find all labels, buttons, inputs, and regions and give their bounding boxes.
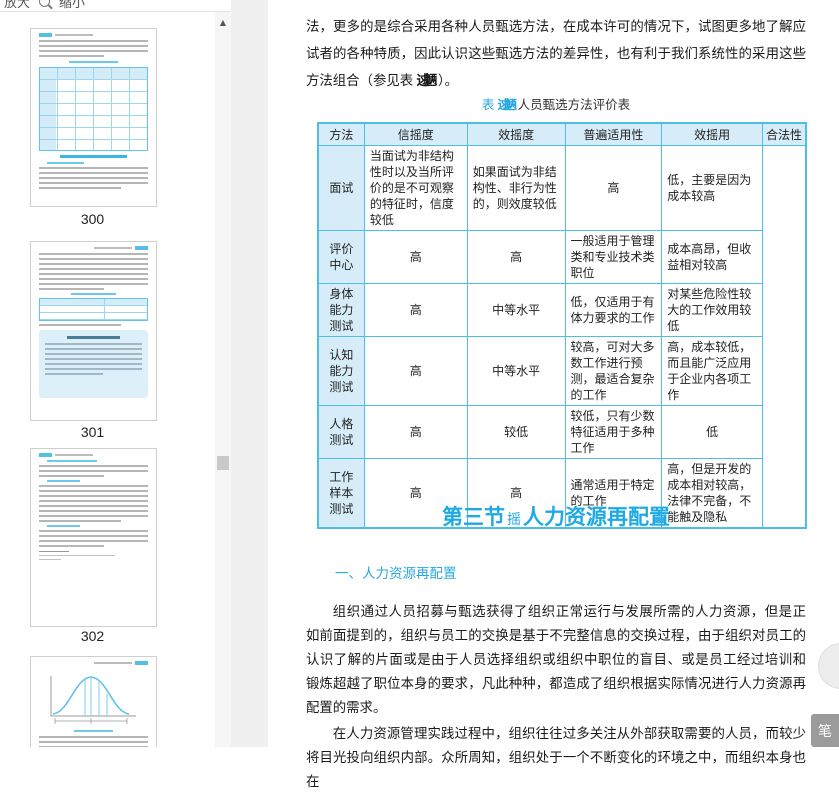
mini-page-header xyxy=(39,453,148,457)
table-header-cell: 信摇度 xyxy=(363,122,468,146)
selection-methods-table: 方法 信摇度 效摇度 普遍适用性 效摇用 合法性 面试 当面试为非结构性时以及当所评价的是不… xyxy=(317,122,807,529)
table-header-cell: 效摇用 xyxy=(661,122,764,146)
legality-merged-cell xyxy=(762,145,807,529)
document-page: 法，更多的是综合采用各种人员甄选方法，在成本许可的情况下，试图更多地了解应 试者… xyxy=(268,0,839,789)
text-line: 试者的各种特质，因此认识这些甄选方法的差异性，也有利于我们系统性的采用这些 xyxy=(306,46,806,61)
thumbnail-scrollbar[interactable]: ▲ xyxy=(215,11,231,747)
thumbnail-page-303[interactable] xyxy=(30,656,157,747)
mini-page-header xyxy=(39,661,148,665)
zoom-out-button[interactable]: 缩小 xyxy=(59,0,85,11)
table-header-cell: 效摇度 xyxy=(466,122,566,146)
table-row: 人格 测试高较低 较低，只有少数特征适用于多种工作低 xyxy=(317,405,806,459)
thumbnail-page-number: 300 xyxy=(80,211,105,227)
paragraph-1: 法，更多的是综合采用各种人员甄选方法，在成本许可的情况下，试图更多地了解应 试者… xyxy=(306,13,806,94)
mini-page-header xyxy=(39,33,148,37)
thumbnail-page-301[interactable] xyxy=(30,241,157,421)
top-toolbar: 放大 缩小 xyxy=(0,0,231,12)
thumbnail-panel: 300 301 302 xyxy=(0,11,215,747)
text-line: 配置的需求。 xyxy=(306,700,387,715)
zoom-in-button[interactable]: 放大 xyxy=(4,0,30,11)
glitch-character: 摇 xyxy=(507,513,521,528)
thumbnail-page-302[interactable] xyxy=(30,448,157,627)
table-row: 面试 当面试为非结构性时以及当所评价的是不可观察的特征时，信度较低 如果面试为非结构… xyxy=(317,145,807,529)
text-line: 组织通过人员招募与甄选获得了组织正常运行与发展所需的人力资源，但是正 xyxy=(332,604,806,619)
scroll-up-arrow-icon[interactable]: ▲ xyxy=(215,15,231,31)
thumbnail-page-number: 301 xyxy=(80,424,105,440)
garbled-table-number: 逑魉 xyxy=(497,98,517,112)
text-line: 如前面提到的，组织与员工的交换是基于不完整信息的交换过程，由于组织对员工的 xyxy=(306,628,806,643)
mini-page-header xyxy=(39,246,148,250)
table-row: 认知 能力 测试高中等水平 较高，可对大多数工作进行预测，最适合复杂的工作 高，成本… xyxy=(317,336,806,406)
table-header-row: 方法 信摇度 效摇度 普遍适用性 效摇用 合法性 xyxy=(317,122,807,146)
table-header-cell: 方法 xyxy=(317,122,365,146)
text-line: 方法组合（参见表 逑魉）。 xyxy=(306,73,458,88)
text-line: 在人力资源管理实践过程中，组织往往过多关注从外部获取需要的人员，而较少 xyxy=(332,726,806,741)
mini-callout-box xyxy=(39,330,148,398)
mini-section-heading xyxy=(59,155,128,158)
thumbnail-page-number: 302 xyxy=(80,628,105,644)
mini-table xyxy=(39,67,148,151)
magnifier-icon[interactable] xyxy=(39,0,51,7)
mini-bell-curve-figure xyxy=(50,676,136,724)
table-header-cell: 普遍适用性 xyxy=(564,122,663,146)
text-line: 法，更多的是综合采用各种人员甄选方法，在成本许可的情况下，试图更多地了解应 xyxy=(306,19,806,34)
text-line: 锻炼超越了职位本身的要求，凡此种种，都造成了组织根据实际情况进行人力资源再 xyxy=(306,676,806,691)
section-heading: 第三节 摇人力资源再配置 xyxy=(442,505,670,529)
table-row: 评价 中心高高一般适用于管理类和专业技术类职位 成本高昂，但收益相对较高 xyxy=(317,230,806,284)
text-line: 认识了解的片面或是由于人员选择组织或组织中职位的盲目、或是员工经过培训和 xyxy=(306,652,806,667)
note-tab-button[interactable]: 笔 xyxy=(811,714,839,747)
garbled-table-ref: 逑魉 xyxy=(416,73,437,88)
text-line: 将目光投向组织内部。众所周知，组织处于一个不断变化的环境之中，而组织本身也在 xyxy=(306,750,806,789)
paragraph-2: 组织通过人员招募与甄选获得了组织正常运行与发展所需的人力资源，但是正如前面提到的… xyxy=(306,600,806,720)
subsection-heading: 一、人力资源再配置 xyxy=(335,566,457,581)
table-caption: 表 逑魉 人员甄选方法评价表 xyxy=(481,98,631,112)
mini-table xyxy=(39,298,148,321)
table-header-cell: 合法性 xyxy=(762,122,807,146)
paragraph-3: 在人力资源管理实践过程中，组织往往过多关注从外部获取需要的人员，而较少将目光投向… xyxy=(306,722,806,794)
table-row: 身体 能力 测试高中等水平 低，仅适用于有体力要求的工作 对某些危险性较大的工作效用… xyxy=(317,283,806,337)
thumbnail-page-300[interactable] xyxy=(30,28,157,207)
scrollbar-thumb[interactable] xyxy=(217,456,229,470)
panel-divider xyxy=(231,0,268,747)
